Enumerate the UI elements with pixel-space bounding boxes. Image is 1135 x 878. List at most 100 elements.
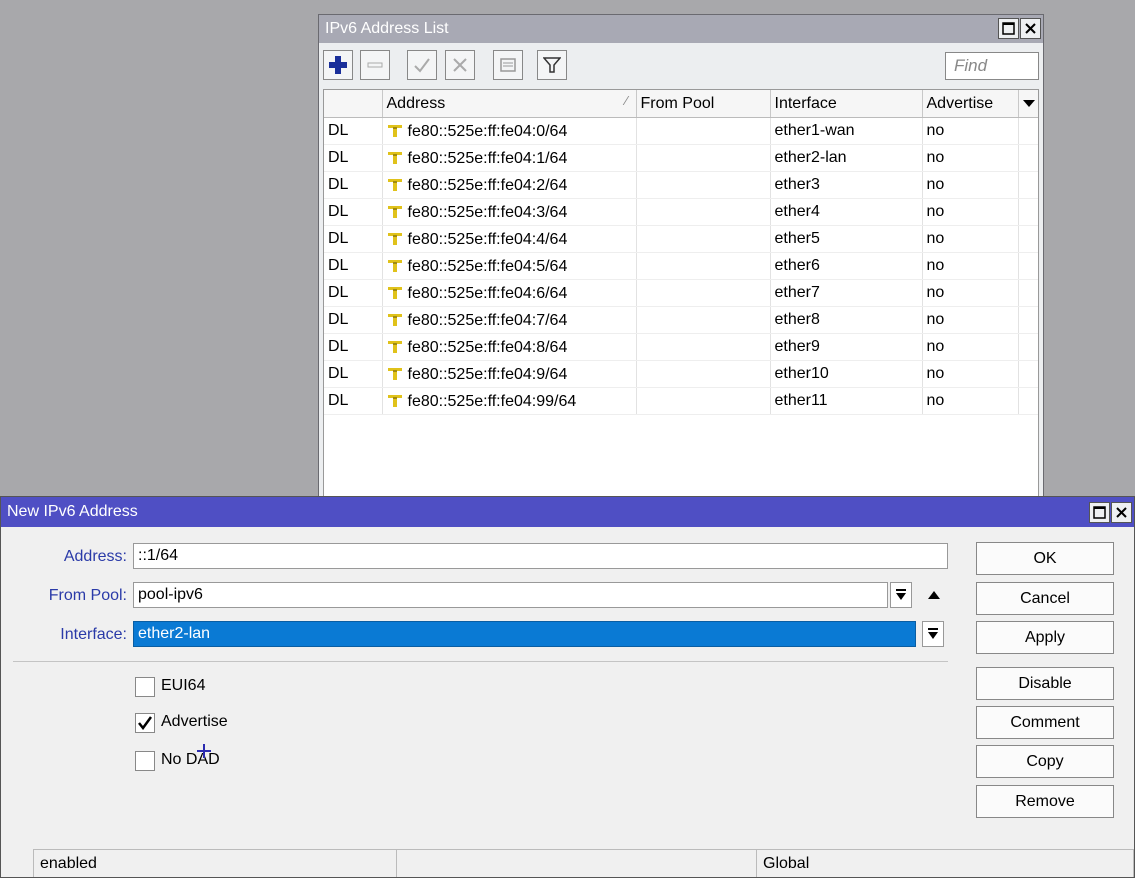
copy-button[interactable]: Copy: [976, 745, 1114, 778]
eui64-checkbox[interactable]: [135, 677, 155, 697]
advertise-cell-text: no: [926, 284, 945, 301]
close-icon: [1025, 23, 1036, 34]
advertise-checkbox[interactable]: [135, 713, 155, 733]
checkmark-icon: [138, 716, 152, 730]
table-row[interactable]: DL fe80::525e:ff:fe04:5/64 ether6 no: [324, 252, 1038, 280]
dialog-close-button[interactable]: [1111, 502, 1132, 523]
cancel-button[interactable]: Cancel: [976, 582, 1114, 615]
address-cell-text: fe80::525e:ff:fe04:1/64: [407, 149, 568, 167]
from-pool-cell: [636, 117, 771, 145]
table-row[interactable]: DL fe80::525e:ff:fe04:8/64 ether9 no: [324, 333, 1038, 361]
table-row[interactable]: DL fe80::525e:ff:fe04:7/64 ether8 no: [324, 306, 1038, 334]
advertise-cell: no: [922, 252, 1019, 280]
table-row[interactable]: DL fe80::525e:ff:fe04:6/64 ether7 no: [324, 279, 1038, 307]
flags-cell-text: DL: [328, 311, 349, 328]
column-header-advertise[interactable]: Advertise: [922, 90, 1019, 118]
filler-cell: [1018, 144, 1038, 172]
maximize-icon: [1002, 22, 1015, 35]
flags-cell: DL: [324, 333, 383, 361]
filter-button[interactable]: [537, 50, 567, 80]
from-pool-cell: [636, 333, 771, 361]
flags-cell: DL: [324, 306, 383, 334]
dropdown-icon: [928, 628, 938, 639]
apply-button[interactable]: Apply: [976, 621, 1114, 654]
flags-cell: DL: [324, 252, 383, 280]
add-button[interactable]: [323, 50, 353, 80]
eui64-label: EUI64: [161, 677, 206, 694]
address-cell: fe80::525e:ff:fe04:2/64: [382, 171, 637, 199]
comment-button[interactable]: [493, 50, 523, 80]
flags-cell: DL: [324, 387, 383, 415]
column-header-flags[interactable]: [324, 90, 383, 118]
table-row[interactable]: DL fe80::525e:ff:fe04:3/64 ether4 no: [324, 198, 1038, 226]
advertise-cell-text: no: [926, 149, 945, 166]
flags-cell-text: DL: [328, 392, 349, 409]
address-key-icon: [387, 286, 402, 299]
interface-cell: ether11: [770, 387, 923, 415]
status-middle: [397, 849, 757, 877]
filler-cell: [1018, 171, 1038, 199]
flags-cell: DL: [324, 198, 383, 226]
table-row[interactable]: DL fe80::525e:ff:fe04:0/64 ether1-wan no: [324, 117, 1038, 145]
disable-button[interactable]: [445, 50, 475, 80]
flags-cell-text: DL: [328, 176, 349, 193]
interface-input[interactable]: ether2-lan: [133, 621, 916, 647]
table-row[interactable]: DL fe80::525e:ff:fe04:2/64 ether3 no: [324, 171, 1038, 199]
list-maximize-button[interactable]: [998, 18, 1019, 39]
from-pool-dropdown-button[interactable]: [890, 582, 912, 608]
ipv6-address-list-window: IPv6 Address List Find Address ∕ From Po…: [318, 14, 1044, 504]
enable-button[interactable]: [407, 50, 437, 80]
disable-button[interactable]: Disable: [976, 667, 1114, 700]
comment-button[interactable]: Comment: [976, 706, 1114, 739]
address-cell-text: fe80::525e:ff:fe04:7/64: [407, 311, 568, 329]
address-cell-text: fe80::525e:ff:fe04:3/64: [407, 203, 568, 221]
flags-cell-text: DL: [328, 149, 349, 166]
interface-cell: ether8: [770, 306, 923, 334]
filler-cell: [1018, 117, 1038, 145]
dialog-maximize-button[interactable]: [1089, 502, 1110, 523]
maximize-icon: [1093, 506, 1106, 519]
table-row[interactable]: DL fe80::525e:ff:fe04:4/64 ether5 no: [324, 225, 1038, 253]
address-cell-text: fe80::525e:ff:fe04:6/64: [407, 284, 568, 302]
filler-cell: [1018, 333, 1038, 361]
add-icon: [329, 56, 347, 74]
advertise-cell: no: [922, 198, 1019, 226]
column-chooser-button[interactable]: [1018, 90, 1038, 118]
ok-button[interactable]: OK: [976, 542, 1114, 575]
address-key-icon: [387, 205, 402, 218]
address-key-icon: [387, 313, 402, 326]
interface-cell-text: ether6: [774, 257, 820, 274]
no-dad-checkbox[interactable]: [135, 751, 155, 771]
address-key-icon: [387, 259, 402, 272]
remove-button[interactable]: [360, 50, 390, 80]
dropdown-icon: [896, 589, 906, 600]
interface-cell: ether6: [770, 252, 923, 280]
advertise-cell: no: [922, 144, 1019, 172]
column-header-address[interactable]: Address ∕: [382, 90, 637, 118]
mouse-cursor-icon: [197, 744, 211, 758]
column-header-from-pool[interactable]: From Pool: [636, 90, 771, 118]
filler-cell: [1018, 306, 1038, 334]
address-input[interactable]: ::1/64: [133, 543, 948, 569]
from-pool-input[interactable]: pool-ipv6: [133, 582, 888, 608]
column-header-interface[interactable]: Interface: [770, 90, 923, 118]
address-key-icon: [387, 394, 402, 407]
table-row[interactable]: DL fe80::525e:ff:fe04:9/64 ether10 no: [324, 360, 1038, 388]
interface-dropdown-button[interactable]: [922, 621, 944, 647]
list-window-title: IPv6 Address List: [325, 20, 449, 37]
from-pool-remove-button[interactable]: [923, 582, 945, 608]
list-titlebar[interactable]: IPv6 Address List: [319, 15, 1043, 43]
flags-cell-text: DL: [328, 338, 349, 355]
find-input[interactable]: Find: [945, 52, 1039, 80]
table-row[interactable]: DL fe80::525e:ff:fe04:99/64 ether11 no: [324, 387, 1038, 415]
interface-cell-text: ether7: [774, 284, 820, 301]
advertise-cell-text: no: [926, 122, 945, 139]
dialog-titlebar[interactable]: New IPv6 Address: [1, 497, 1134, 527]
advertise-cell: no: [922, 171, 1019, 199]
table-row[interactable]: DL fe80::525e:ff:fe04:1/64 ether2-lan no: [324, 144, 1038, 172]
flags-cell-text: DL: [328, 257, 349, 274]
flags-cell: DL: [324, 117, 383, 145]
list-close-button[interactable]: [1020, 18, 1041, 39]
remove-button[interactable]: Remove: [976, 785, 1114, 818]
advertise-cell-text: no: [926, 365, 945, 382]
